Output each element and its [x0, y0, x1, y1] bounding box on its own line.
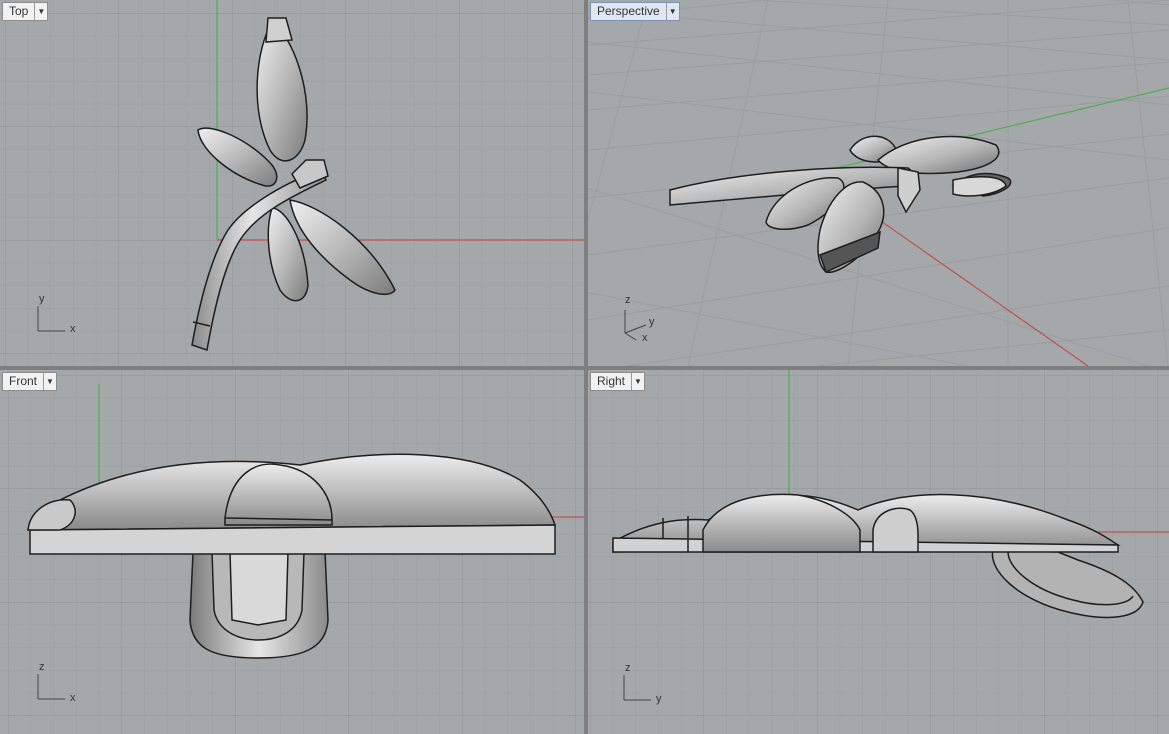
axis-label-y: y [649, 316, 655, 328]
axis-label-z: z [625, 294, 631, 306]
axis-label-x: x [70, 323, 76, 335]
chevron-down-icon[interactable]: ▼ [43, 373, 56, 390]
viewport-tab-perspective[interactable]: Perspective ▼ [590, 2, 680, 21]
viewport-right[interactable]: Right ▼ z y [588, 370, 1169, 734]
viewport-label-perspective[interactable]: Perspective [591, 3, 666, 20]
axis-label-y: y [656, 693, 662, 705]
right-view-canvas[interactable] [588, 370, 1169, 734]
viewport-tab-top[interactable]: Top ▼ [2, 2, 49, 21]
viewport-tab-front[interactable]: Front ▼ [2, 372, 58, 391]
top-view-canvas[interactable] [0, 0, 584, 366]
axis-label-x: x [70, 692, 76, 704]
viewport-label-top[interactable]: Top [3, 3, 34, 20]
axis-label-x: x [642, 332, 648, 344]
front-view-canvas[interactable] [0, 370, 584, 734]
viewport-front[interactable]: Front ▼ z x [0, 370, 584, 734]
chevron-down-icon[interactable]: ▼ [631, 373, 644, 390]
viewport-perspective[interactable]: Perspective ▼ z y x [588, 0, 1169, 366]
viewport-top[interactable]: Top ▼ y x [0, 0, 584, 366]
chevron-down-icon[interactable]: ▼ [665, 3, 679, 20]
viewport-label-right[interactable]: Right [591, 373, 631, 390]
perspective-view-canvas[interactable] [588, 0, 1169, 366]
axis-label-z: z [39, 661, 45, 673]
chevron-down-icon[interactable]: ▼ [34, 3, 47, 20]
axis-label-y: y [39, 293, 45, 305]
viewport-tab-right[interactable]: Right ▼ [590, 372, 646, 391]
dragonfly-model-perspective[interactable] [669, 135, 1012, 274]
viewport-label-front[interactable]: Front [3, 373, 43, 390]
axis-label-z: z [625, 662, 631, 674]
x-axis-line [857, 204, 1089, 366]
